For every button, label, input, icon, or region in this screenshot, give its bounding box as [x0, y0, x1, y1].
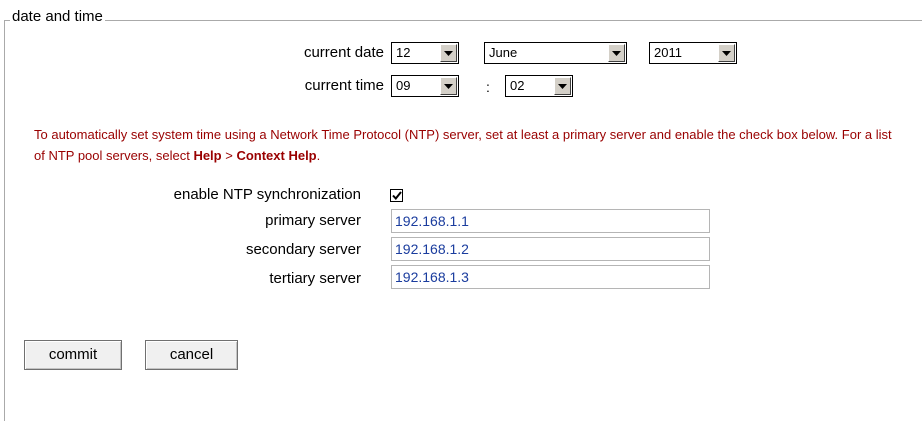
cancel-button[interactable]: cancel — [145, 340, 238, 370]
section-title: date and time — [10, 8, 105, 26]
current-time-label: current time — [304, 77, 384, 94]
secondary-server-label: secondary server — [245, 241, 361, 258]
checkmark-icon — [391, 191, 402, 200]
ntp-note-text: To automatically set system time using a… — [34, 127, 892, 163]
help-menu-reference: Help — [193, 148, 222, 163]
month-select-value: June — [489, 45, 518, 60]
secondary-server-input[interactable] — [391, 237, 710, 261]
time-separator: : — [486, 79, 490, 95]
commit-button[interactable]: commit — [24, 340, 122, 370]
enable-ntp-label: enable NTP synchronization — [173, 186, 361, 203]
enable-ntp-checkbox[interactable] — [390, 189, 403, 202]
chevron-down-icon[interactable] — [554, 77, 571, 95]
menu-arrow: > — [225, 148, 233, 163]
minute-select[interactable]: 02 — [505, 75, 573, 97]
ntp-help-note: To automatically set system time using a… — [34, 124, 894, 166]
current-date-label: current date — [303, 44, 384, 61]
month-select[interactable]: June — [484, 42, 627, 64]
primary-server-label: primary server — [265, 212, 361, 229]
hour-select[interactable]: 09 — [391, 75, 459, 97]
day-select-value: 12 — [396, 45, 411, 60]
year-select-value: 2011 — [654, 45, 682, 60]
hour-select-value: 09 — [396, 78, 411, 93]
chevron-down-icon[interactable] — [608, 44, 625, 62]
note-period: . — [316, 148, 321, 163]
tertiary-server-label: tertiary server — [269, 270, 361, 287]
chevron-down-icon[interactable] — [718, 44, 735, 62]
tertiary-server-input[interactable] — [391, 265, 710, 289]
context-help-reference: Context Help — [236, 148, 317, 163]
chevron-down-icon[interactable] — [440, 77, 457, 95]
primary-server-input[interactable] — [391, 209, 710, 233]
chevron-down-icon[interactable] — [440, 44, 457, 62]
year-select[interactable]: 2011 — [649, 42, 737, 64]
day-select[interactable]: 12 — [391, 42, 459, 64]
minute-select-value: 02 — [510, 78, 525, 93]
